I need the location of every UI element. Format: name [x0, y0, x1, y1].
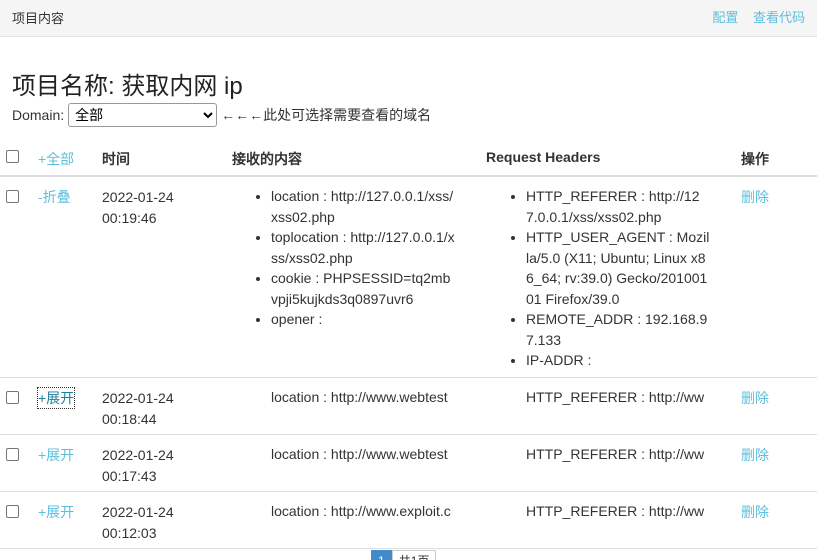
- pagination: 1 共1页: [371, 550, 437, 560]
- row-date: 2022-01-24: [102, 447, 174, 463]
- content-list: location : http://www.webtest: [271, 387, 456, 408]
- delete-button[interactable]: 删除: [741, 445, 769, 465]
- records-table: +全部 时间 接收的内容 Request Headers 操作 -折叠 2022…: [0, 138, 817, 549]
- headers-list: HTTP_REFERER : http://ww: [526, 444, 711, 465]
- header-item: HTTP_REFERER : http://ww: [526, 387, 711, 408]
- delete-button[interactable]: 删除: [741, 502, 769, 522]
- row-checkbox[interactable]: [6, 190, 19, 203]
- content-list: location : http://www.webtest: [271, 444, 456, 465]
- content-item: cookie : PHPSESSID=tq2mbvpji5kujkds3q089…: [271, 268, 456, 309]
- expand-toggle[interactable]: +展开: [36, 387, 76, 409]
- header-item: HTTP_REFERER : http://127.0.0.1/xss/xss0…: [526, 186, 711, 227]
- headers-list: HTTP_REFERER : http://127.0.0.1/xss/xss0…: [526, 186, 711, 371]
- page-total: 共1页: [391, 550, 437, 560]
- row-time: 2022-01-24 00:18:44: [102, 388, 174, 429]
- top-links: 配置 查看代码: [701, 7, 805, 26]
- project-title: 项目名称: 获取内网 ip: [12, 73, 243, 100]
- row-clock: 00:17:43: [102, 467, 157, 484]
- row-checkbox[interactable]: [6, 448, 19, 461]
- select-all-checkbox[interactable]: [6, 150, 19, 163]
- headers-list: HTTP_REFERER : http://ww: [526, 387, 711, 408]
- delete-button[interactable]: 删除: [741, 388, 769, 408]
- content-item: location : http://www.webtest: [271, 387, 456, 408]
- top-bar: 项目内容 配置 查看代码: [0, 0, 817, 37]
- content-item: location : http://www.exploit.c: [271, 501, 456, 522]
- header-item: IP-ADDR :: [526, 350, 711, 371]
- domain-filter: Domain: 全部 ←←←此处可选择需要查看的域名: [12, 103, 431, 127]
- page-current[interactable]: 1: [371, 550, 392, 560]
- collapse-toggle[interactable]: -折叠: [38, 187, 71, 207]
- header-item: HTTP_REFERER : http://ww: [526, 501, 711, 522]
- col-header-operation: 操作: [741, 151, 769, 167]
- row-date: 2022-01-24: [102, 504, 174, 520]
- headers-list: HTTP_REFERER : http://ww: [526, 501, 711, 522]
- col-header-content: 接收的内容: [232, 151, 302, 167]
- content-list: location : http://www.exploit.c: [271, 501, 456, 522]
- content-item: location : http://www.webtest: [271, 444, 456, 465]
- table-header: +全部 时间 接收的内容 Request Headers 操作: [0, 138, 817, 177]
- table-row: +展开 2022-01-24 00:17:43 location : http:…: [0, 435, 817, 492]
- expand-toggle[interactable]: +展开: [38, 502, 74, 522]
- row-checkbox[interactable]: [6, 505, 19, 518]
- row-clock: 00:12:03: [102, 524, 157, 541]
- row-clock: 00:19:46: [102, 209, 157, 226]
- page-header-title: 项目内容: [12, 11, 65, 26]
- col-header-time: 时间: [102, 151, 130, 167]
- content-item: toplocation : http://127.0.0.1/xss/xss02…: [271, 227, 456, 268]
- delete-button[interactable]: 删除: [741, 187, 769, 207]
- header-item: REMOTE_ADDR : 192.168.97.133: [526, 309, 711, 350]
- table-row: +展开 2022-01-24 00:12:03 location : http:…: [0, 492, 817, 549]
- row-checkbox[interactable]: [6, 391, 19, 404]
- header-item: HTTP_REFERER : http://ww: [526, 444, 711, 465]
- content-item: opener :: [271, 309, 456, 330]
- row-time: 2022-01-24 00:19:46: [102, 187, 174, 228]
- row-time: 2022-01-24 00:17:43: [102, 445, 174, 486]
- row-time: 2022-01-24 00:12:03: [102, 502, 174, 543]
- col-header-request-headers: Request Headers: [486, 149, 601, 165]
- domain-label: Domain:: [12, 107, 65, 123]
- domain-select[interactable]: 全部: [68, 103, 218, 127]
- expand-toggle[interactable]: +展开: [38, 445, 74, 465]
- table-row: +展开 2022-01-24 00:18:44 location : http:…: [0, 378, 817, 435]
- row-clock: 00:18:44: [102, 410, 157, 427]
- content-list: location : http://127.0.0.1/xss/xss02.ph…: [271, 186, 456, 330]
- content-item: location : http://127.0.0.1/xss/xss02.ph…: [271, 186, 456, 227]
- domain-hint: ←←←此处可选择需要查看的域名: [221, 107, 432, 123]
- config-link[interactable]: 配置: [712, 10, 738, 25]
- view-code-link[interactable]: 查看代码: [753, 10, 805, 25]
- row-date: 2022-01-24: [102, 390, 174, 406]
- header-item: HTTP_USER_AGENT : Mozilla/5.0 (X11; Ubun…: [526, 227, 711, 309]
- row-date: 2022-01-24: [102, 189, 174, 205]
- table-row: -折叠 2022-01-24 00:19:46 location : http:…: [0, 177, 817, 378]
- expand-all-toggle[interactable]: +全部: [38, 149, 74, 169]
